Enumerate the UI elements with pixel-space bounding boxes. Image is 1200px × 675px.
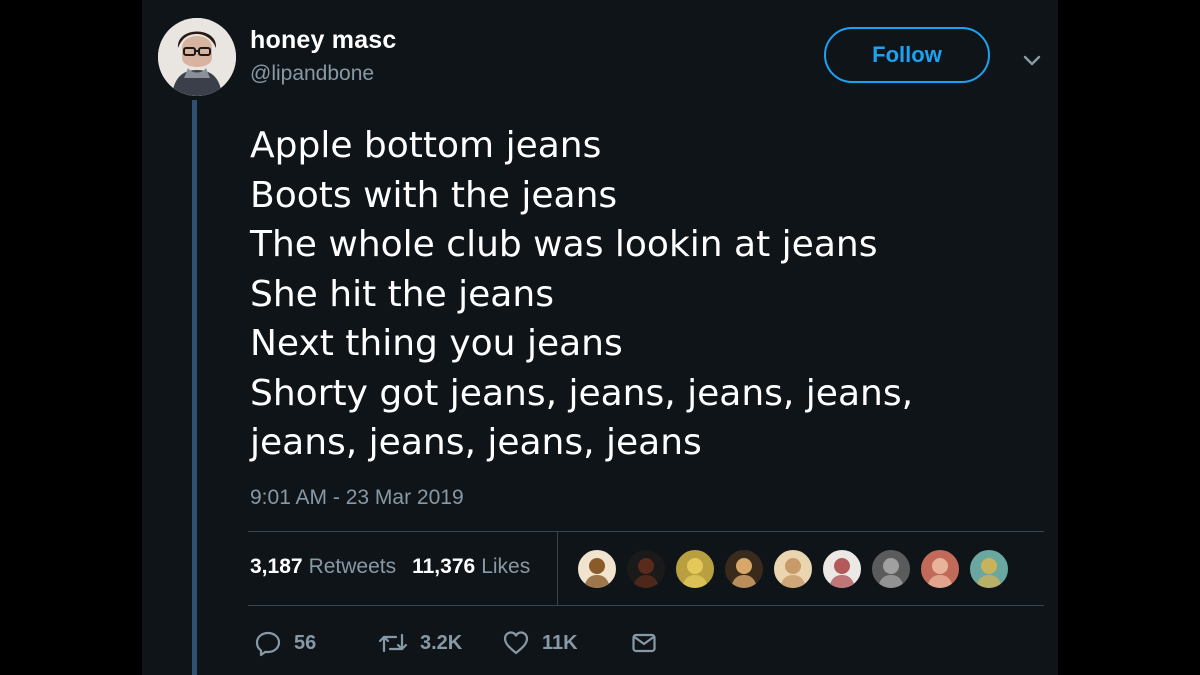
- thread-line: [192, 100, 197, 675]
- stats-separator: [557, 532, 558, 606]
- retweets-stat[interactable]: 3,187 Retweets: [250, 555, 396, 579]
- liker-avatar-4[interactable]: [723, 548, 765, 590]
- likes-label: Likes: [481, 555, 531, 578]
- tweet-line: Next thing you jeans: [250, 323, 623, 364]
- envelope-icon: [632, 633, 656, 653]
- chevron-down-icon[interactable]: [1018, 46, 1046, 74]
- liker-avatar-1[interactable]: [576, 548, 618, 590]
- follow-button[interactable]: Follow: [824, 27, 990, 83]
- retweets-label: Retweets: [308, 555, 397, 578]
- direct-message-button[interactable]: [630, 629, 658, 657]
- tweet-line: jeans, jeans, jeans, jeans: [250, 422, 702, 463]
- liker-avatar-3[interactable]: [674, 548, 716, 590]
- liker-avatar-6[interactable]: [821, 548, 863, 590]
- tweet-line: Shorty got jeans, jeans, jeans, jeans,: [250, 372, 914, 414]
- tweet-stats: 3,187 Retweets 11,376 Likes: [250, 552, 530, 582]
- reply-button[interactable]: 56: [254, 629, 378, 657]
- tweet-text: Apple bottom jeans Boots with the jeans …: [250, 121, 1040, 468]
- author-display-name[interactable]: honey masc: [250, 26, 397, 55]
- retweet-count: 3.2K: [420, 631, 463, 654]
- divider: [248, 531, 1044, 532]
- likes-count: 11,376: [412, 555, 476, 578]
- divider: [248, 605, 1044, 606]
- retweet-icon: [378, 633, 408, 653]
- liker-avatar-5[interactable]: [772, 548, 814, 590]
- retweets-count: 3,187: [250, 555, 303, 578]
- tweet-line: She hit the jeans: [250, 273, 554, 315]
- liker-avatar-9[interactable]: [968, 548, 1010, 590]
- author-avatar[interactable]: [158, 18, 236, 96]
- tweet-actions: 56 3.2K 11K: [254, 626, 658, 660]
- tweet-line: Apple bottom jeans: [250, 125, 602, 166]
- reply-count: 56: [294, 631, 317, 654]
- like-button[interactable]: 11K: [502, 629, 630, 657]
- retweet-button[interactable]: 3.2K: [378, 629, 502, 657]
- tweet-line: The whole club was lookin at jeans: [250, 224, 878, 265]
- liker-avatars: [576, 548, 1010, 590]
- liker-avatar-2[interactable]: [625, 548, 667, 590]
- tweet-timestamp[interactable]: 9:01 AM - 23 Mar 2019: [250, 486, 464, 510]
- like-count: 11K: [542, 631, 578, 654]
- tweet-line: Boots with the jeans: [250, 174, 618, 216]
- author-handle[interactable]: @lipandbone: [250, 62, 374, 86]
- heart-icon: [503, 631, 529, 655]
- likes-stat[interactable]: 11,376 Likes: [412, 555, 530, 579]
- reply-icon: [255, 631, 281, 657]
- liker-avatar-7[interactable]: [870, 548, 912, 590]
- liker-avatar-8[interactable]: [919, 548, 961, 590]
